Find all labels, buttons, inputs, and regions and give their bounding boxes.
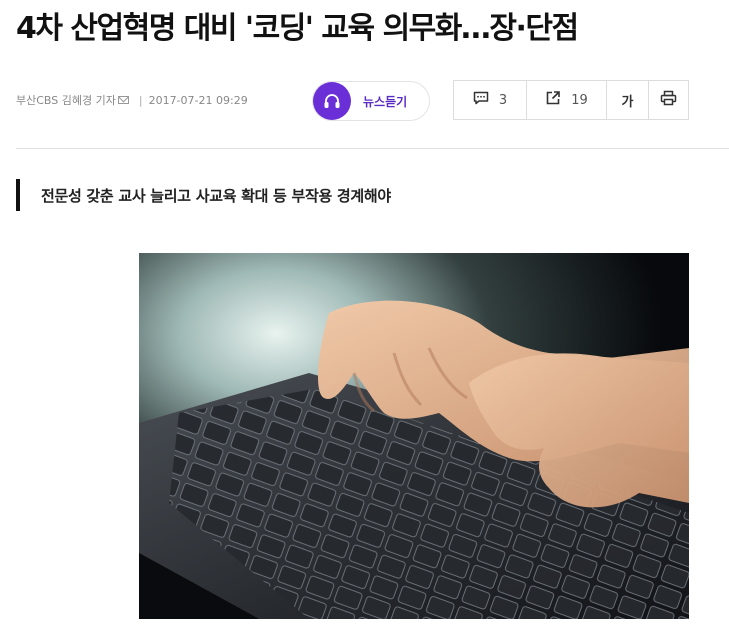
- print-button[interactable]: [649, 81, 688, 119]
- share-icon: [545, 90, 561, 110]
- header-divider: [16, 148, 729, 149]
- byline-separator: |: [138, 93, 143, 107]
- share-button[interactable]: 19: [527, 81, 607, 119]
- headphones-icon: [313, 82, 351, 120]
- article-headline: 4차 산업혁명 대비 '코딩' 교육 의무화…장·단점: [16, 11, 579, 46]
- article-subheadline: 전문성 갖춘 교사 늘리고 사교육 확대 등 부작용 경계해야: [16, 179, 391, 211]
- article-photo[interactable]: [139, 253, 689, 619]
- article-tools: 3 19 가: [453, 80, 689, 120]
- share-count: 19: [571, 92, 588, 108]
- listen-news-label: 뉴스듣기: [363, 94, 408, 109]
- font-size-button[interactable]: 가: [607, 81, 649, 119]
- comment-icon: [473, 91, 489, 109]
- publish-date: 2017-07-21 09:29: [148, 93, 248, 107]
- printer-icon: [660, 90, 677, 110]
- byline: 부산CBS 김혜경 기자 | 2017-07-21 09:29: [16, 92, 248, 108]
- listen-news-button[interactable]: 뉴스듣기: [312, 81, 430, 121]
- reporter-name[interactable]: 부산CBS 김혜경 기자: [16, 92, 116, 108]
- keyboard-hands-photo: [139, 253, 689, 619]
- email-icon[interactable]: [117, 96, 129, 104]
- comment-button[interactable]: 3: [454, 81, 527, 119]
- comment-count: 3: [498, 92, 508, 108]
